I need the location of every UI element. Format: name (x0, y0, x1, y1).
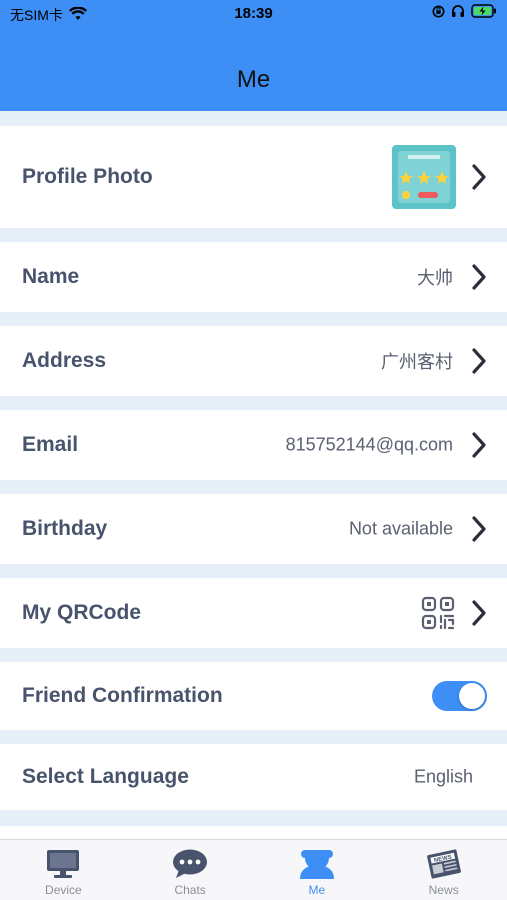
status-bar: 无SIM卡 18:39 (0, 0, 507, 28)
address-value: 广州客村 (381, 352, 453, 372)
next-row-partial (0, 826, 507, 839)
headphones-icon (451, 4, 465, 22)
profile-photo-thumbnail[interactable] (392, 145, 456, 209)
email-row[interactable]: Email 815752144@qq.com (0, 410, 507, 480)
tab-me[interactable]: Me (254, 840, 381, 900)
tab-me-label: Me (308, 883, 326, 897)
qrcode-label: My QRCode (22, 601, 142, 624)
address-label: Address (22, 349, 107, 372)
header-bar: 无SIM卡 18:39 Me (0, 0, 507, 111)
name-label: Name (22, 265, 80, 288)
chat-bubble-icon (173, 849, 208, 878)
tab-chats-label: Chats (174, 883, 206, 897)
birthday-row[interactable]: Birthday Not available (0, 494, 507, 564)
tab-chats[interactable]: Chats (127, 840, 254, 900)
battery-icon (471, 4, 497, 22)
page-title: Me (236, 66, 271, 93)
language-row[interactable]: Select Language English (0, 744, 507, 810)
tab-news[interactable]: NEWS News (380, 840, 507, 900)
tab-bar: Device Chats Me NEWS News (0, 839, 507, 900)
email-label: Email (22, 433, 79, 456)
friend-confirmation-toggle[interactable] (432, 681, 487, 711)
language-value: English (413, 766, 473, 787)
language-label: Select Language (22, 765, 189, 788)
qrcode-icon (421, 596, 455, 630)
birthday-label: Birthday (22, 517, 108, 540)
profile-photo-label: Profile Photo (22, 165, 153, 188)
monitor-icon (47, 850, 80, 878)
tab-device[interactable]: Device (0, 840, 127, 900)
friend-confirmation-label: Friend Confirmation (22, 684, 223, 707)
friend-confirmation-row: Friend Confirmation (0, 662, 507, 730)
qrcode-row[interactable]: My QRCode (0, 578, 507, 648)
chevron-right-icon (472, 516, 486, 542)
orientation-lock-icon (432, 5, 445, 22)
chevron-right-icon (472, 600, 486, 626)
chevron-right-icon (472, 348, 486, 374)
profile-photo-row[interactable]: Profile Photo (0, 126, 507, 228)
person-icon (299, 850, 334, 879)
name-row[interactable]: Name 大帅 (0, 242, 507, 312)
email-value: 815752144@qq.com (285, 434, 453, 455)
birthday-value: Not available (348, 518, 453, 539)
toggle-knob (459, 683, 485, 709)
chevron-right-icon (472, 164, 486, 190)
name-value: 大帅 (417, 268, 453, 288)
tab-news-label: News (428, 883, 459, 897)
status-time: 18:39 (234, 5, 273, 22)
status-right (432, 4, 497, 22)
address-row[interactable]: Address 广州客村 (0, 326, 507, 396)
tab-device-label: Device (45, 883, 82, 897)
chevron-right-icon (472, 432, 486, 458)
newspaper-icon: NEWS (426, 849, 461, 879)
chevron-right-icon (472, 264, 486, 290)
